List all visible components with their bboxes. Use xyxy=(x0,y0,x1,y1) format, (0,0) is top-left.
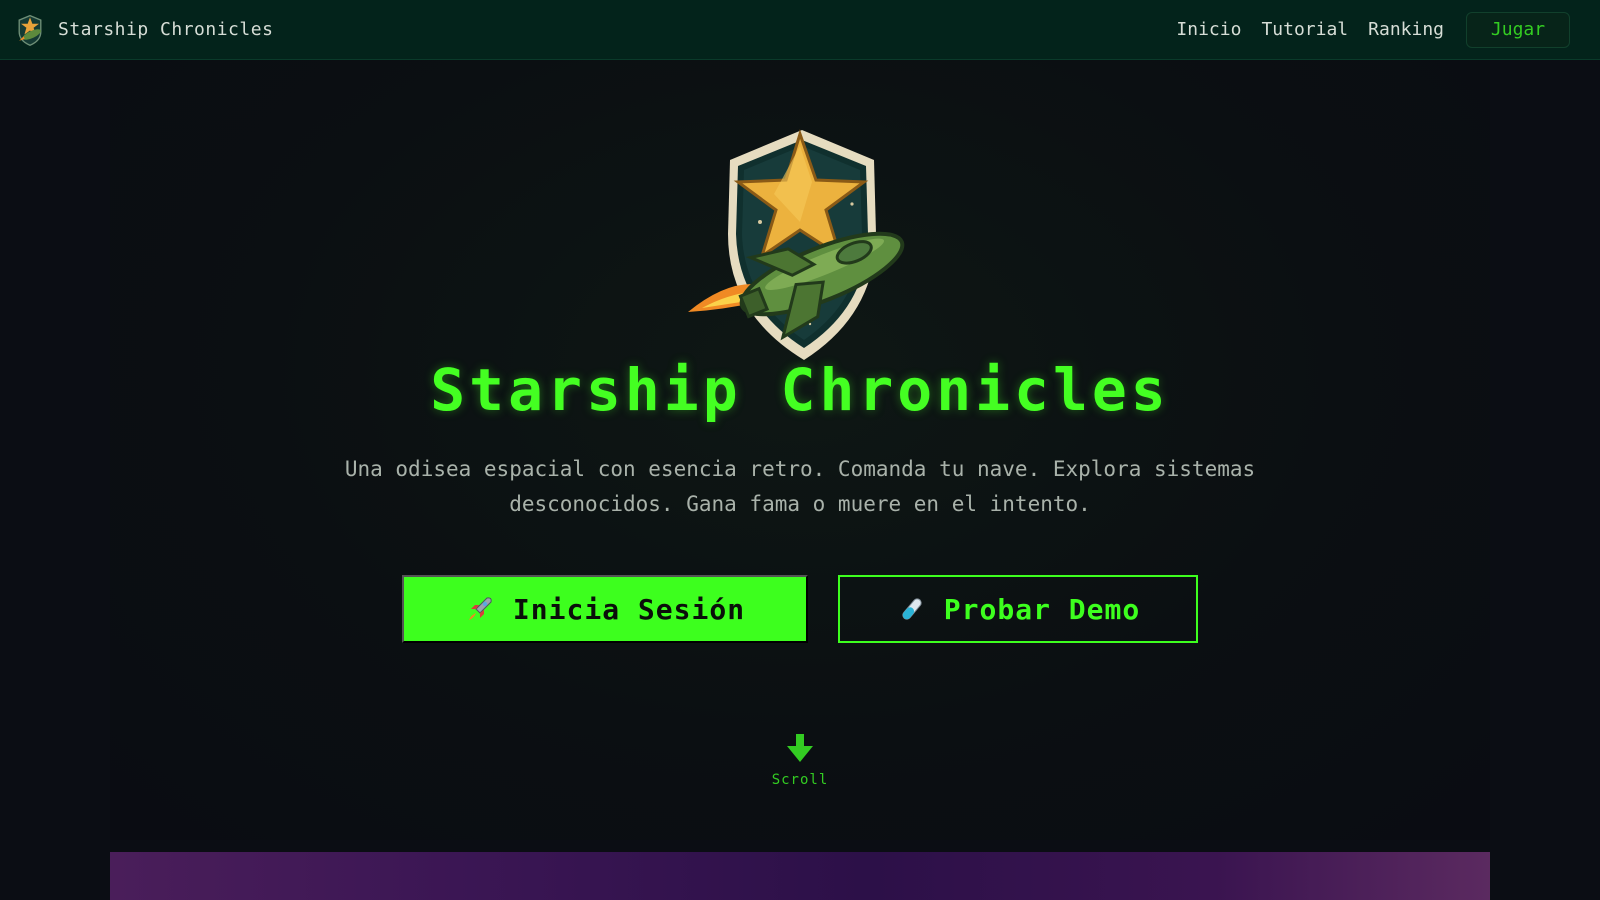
scroll-indicator[interactable]: Scroll xyxy=(110,732,1490,788)
hero-description: Una odisea espacial con esencia retro. C… xyxy=(344,457,1256,516)
login-button[interactable]: Inicia Sesión xyxy=(402,575,808,643)
rocket-icon xyxy=(468,597,492,620)
hero-section: Starship Chronicles Una odisea espacial … xyxy=(110,60,1490,840)
play-button[interactable]: Jugar xyxy=(1466,11,1570,48)
demo-button[interactable]: Probar Demo xyxy=(838,575,1198,643)
nav-tutorial[interactable]: Tutorial xyxy=(1261,19,1348,40)
nav-inicio[interactable]: Inicio xyxy=(1176,19,1241,40)
demo-button-label: Probar Demo xyxy=(943,592,1141,626)
test-tube-icon xyxy=(902,598,922,620)
nav-ranking[interactable]: Ranking xyxy=(1368,19,1444,40)
main-nav: Inicio Tutorial Ranking Jugar xyxy=(1156,11,1570,48)
hero-title: Starship Chronicles xyxy=(430,356,1170,424)
arrow-down-icon xyxy=(787,734,813,762)
scroll-label: Scroll xyxy=(771,772,829,788)
top-navbar: Starship Chronicles Inicio Tutorial Rank… xyxy=(0,0,1600,60)
starship-logo-icon xyxy=(18,14,42,46)
next-section-banner xyxy=(110,852,1490,900)
brand-name: Starship Chronicles xyxy=(58,19,274,40)
brand[interactable]: Starship Chronicles xyxy=(12,12,273,48)
login-button-label: Inicia Sesión xyxy=(512,592,746,626)
starship-emblem-icon xyxy=(688,129,905,360)
